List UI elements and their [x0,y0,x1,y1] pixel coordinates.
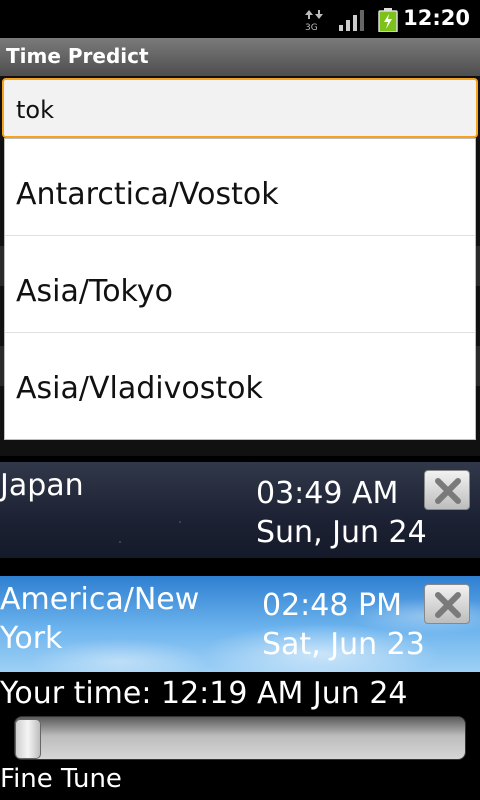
suggestion-item-asia-vladivostok[interactable]: Asia/Vladivostok [5,333,475,430]
autocomplete-dropdown: Antarctica/Vostok Asia/Tokyo Asia/Vladiv… [4,138,476,440]
fine-tune-label: Fine Tune [0,764,122,794]
city-time: 03:49 AM [256,476,399,511]
city-date: Sun, Jun 24 [256,515,427,550]
city-name: America/New York [0,582,200,656]
data-arrows-icon: 3G [305,10,323,31]
city-name: Japan [0,468,84,503]
signal-icon [339,10,364,31]
svg-text:3G: 3G [305,23,318,31]
remove-city-button[interactable] [424,584,470,624]
suggestion-label: Asia/Tokyo [16,274,173,309]
status-bar: 3G 12:20 [0,0,480,38]
battery-charging-icon [378,8,398,32]
city-date: Sat, Jun 23 [262,627,425,662]
remove-city-button[interactable] [424,470,470,510]
your-time-label: Your time: 12:19 AM Jun 24 [0,676,408,711]
title-bar: Time Predict [0,38,480,76]
search-field[interactable] [2,78,478,138]
fine-tune-slider[interactable] [14,716,466,760]
suggestion-label: Asia/Vladivostok [16,371,263,406]
close-icon [435,592,461,618]
suggestion-item-antarctica-vostok[interactable]: Antarctica/Vostok [5,139,475,236]
close-icon [435,478,461,504]
status-clock: 12:20 [403,6,470,30]
app-title: Time Predict [6,44,149,68]
city-row-new-york: America/New York 02:48 PM Sat, Jun 23 [0,576,480,672]
slider-thumb[interactable] [15,719,41,759]
city-time: 02:48 PM [262,588,402,623]
search-input[interactable] [16,92,456,128]
suggestion-label: Antarctica/Vostok [16,177,279,212]
suggestion-item-asia-tokyo[interactable]: Asia/Tokyo [5,236,475,333]
city-row-japan: Japan 03:49 AM Sun, Jun 24 [0,462,480,558]
city-time-block: 03:49 AM Sun, Jun 24 [256,474,427,552]
city-time-block: 02:48 PM Sat, Jun 23 [262,586,425,664]
